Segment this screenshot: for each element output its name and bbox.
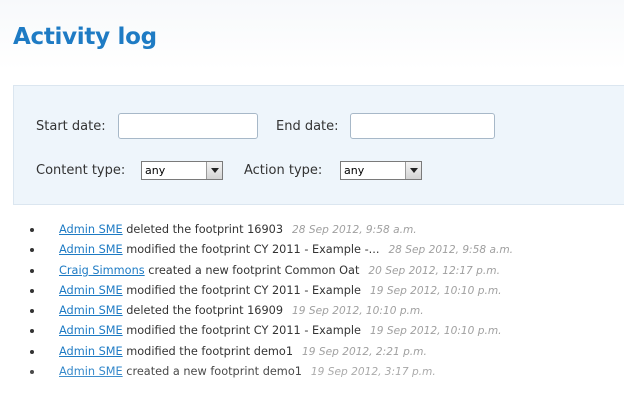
user-link[interactable]: Admin SME bbox=[59, 324, 123, 337]
activity-timestamp: 28 Sep 2012, 9:58 a.m. bbox=[292, 224, 417, 236]
triangle-down-icon[interactable] bbox=[206, 162, 222, 179]
user-link[interactable]: Admin SME bbox=[59, 365, 123, 378]
activity-timestamp: 20 Sep 2012, 12:17 p.m. bbox=[368, 264, 500, 277]
activity-timestamp: 19 Sep 2012, 10:10 p.m. bbox=[370, 284, 502, 297]
activity-timestamp: 19 Sep 2012, 10:10 p.m. bbox=[370, 325, 502, 338]
bullet-icon bbox=[30, 309, 34, 314]
triangle-down-icon[interactable] bbox=[405, 162, 421, 179]
bullet-icon bbox=[30, 370, 34, 375]
activity-description: modified the footprint CY 2011 - Example bbox=[126, 283, 361, 297]
bullet-icon bbox=[30, 248, 34, 253]
activity-description: deleted the footprint 16903 bbox=[126, 223, 284, 236]
list-item: Admin SME modified the footprint demo1 19… bbox=[30, 342, 624, 362]
page-title: Activity log bbox=[13, 24, 157, 50]
action-type-value: any bbox=[344, 164, 365, 177]
content-type-select[interactable]: any bbox=[141, 161, 223, 180]
list-item: Admin SME modified the footprint CY 2011… bbox=[30, 240, 624, 260]
activity-list: Admin SME deleted the footprint 16903 28 … bbox=[30, 220, 624, 382]
content-type-label: Content type: bbox=[36, 163, 126, 178]
list-item: Admin SME modified the footprint CY 2011… bbox=[30, 321, 624, 341]
bullet-icon bbox=[30, 329, 34, 334]
action-type-label: Action type: bbox=[244, 163, 323, 178]
user-link[interactable]: Admin SME bbox=[59, 304, 123, 317]
activity-timestamp: 19 Sep 2012, 2:21 p.m. bbox=[302, 345, 427, 358]
action-type-select[interactable]: any bbox=[340, 161, 422, 180]
list-item: Admin SME deleted the footprint 16903 28 … bbox=[30, 220, 624, 240]
activity-description: modified the footprint CY 2011 - Example bbox=[126, 324, 361, 338]
activity-timestamp: 19 Sep 2012, 10:10 p.m. bbox=[292, 305, 424, 318]
user-link[interactable]: Admin SME bbox=[59, 223, 123, 236]
user-link[interactable]: Admin SME bbox=[59, 345, 123, 358]
activity-description: created a new footprint demo1 bbox=[126, 365, 302, 379]
content-type-value: any bbox=[145, 164, 166, 177]
activity-description: modified the footprint demo1 bbox=[126, 344, 294, 358]
activity-description: modified the footprint CY 2011 - Example… bbox=[126, 243, 380, 257]
activity-timestamp: 28 Sep 2012, 9:58 a.m. bbox=[388, 244, 514, 257]
bullet-icon bbox=[30, 228, 34, 232]
start-date-input[interactable] bbox=[118, 113, 258, 139]
list-item: Admin SME deleted the footprint 16909 19 … bbox=[30, 301, 624, 321]
user-link[interactable]: Craig Simmons bbox=[59, 264, 145, 277]
bullet-icon bbox=[30, 349, 34, 354]
start-date-label: Start date: bbox=[36, 119, 106, 134]
list-item: Admin SME modified the footprint CY 2011… bbox=[30, 281, 624, 301]
activity-timestamp: 19 Sep 2012, 3:17 p.m. bbox=[310, 366, 436, 379]
bullet-icon bbox=[30, 288, 34, 293]
user-link[interactable]: Admin SME bbox=[59, 284, 123, 297]
end-date-label: End date: bbox=[276, 119, 339, 134]
activity-log-page: Activity log Start date: End date: Conte… bbox=[0, 0, 624, 414]
filter-panel: Start date: End date: Content type: any … bbox=[13, 85, 624, 205]
activity-description: created a new footprint Common Oat bbox=[148, 263, 360, 277]
end-date-input[interactable] bbox=[350, 113, 495, 139]
bullet-icon bbox=[30, 268, 34, 273]
activity-description: deleted the footprint 16909 bbox=[126, 304, 284, 318]
list-item: Craig Simmons created a new footprint Co… bbox=[30, 261, 624, 281]
list-item: Admin SME created a new footprint demo1 1… bbox=[30, 362, 624, 382]
user-link[interactable]: Admin SME bbox=[59, 243, 123, 256]
